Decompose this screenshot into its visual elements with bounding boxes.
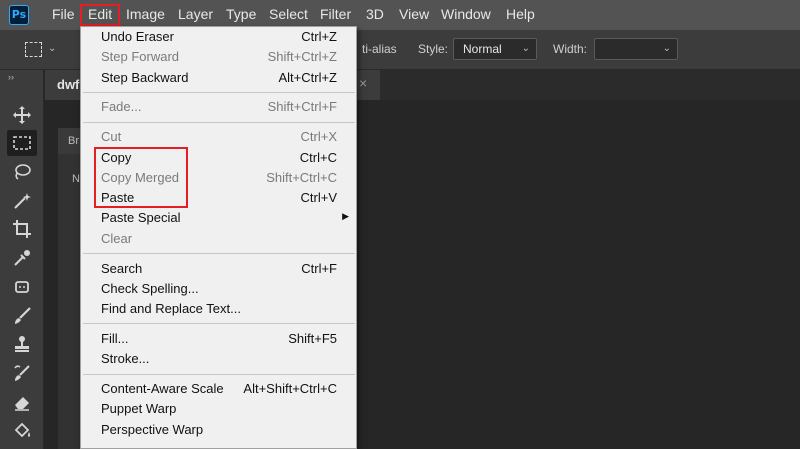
- menu-item-label: Fill...: [101, 330, 129, 346]
- menu-item-label: Check Spelling...: [101, 280, 199, 296]
- menu-item-label: Perspective Warp: [101, 421, 204, 437]
- menu-3d[interactable]: 3D: [366, 4, 384, 26]
- eyedropper-tool-icon[interactable]: [7, 245, 37, 271]
- menu-item-content-aware-scale[interactable]: Content-Aware Scale Alt+Shift+Ctrl+C: [81, 379, 357, 399]
- paint-bucket-tool-icon[interactable]: [7, 418, 37, 444]
- menu-view[interactable]: View: [399, 4, 429, 26]
- menu-item-fill[interactable]: Fill... Shift+F5: [81, 329, 357, 349]
- edit-menu-dropdown: Undo Eraser Ctrl+Z Step Forward Shift+Ctrl+…: [80, 26, 357, 449]
- collapse-panel-icon[interactable]: ››: [8, 72, 14, 82]
- chevron-down-icon: ⌄: [521, 43, 530, 54]
- menu-item-check-spelling[interactable]: Check Spelling...: [81, 279, 357, 299]
- menu-item-shortcut: Ctrl+Z: [301, 29, 337, 44]
- menu-item-label: Clear: [101, 230, 133, 246]
- menu-item-shortcut: Shift+F5: [288, 330, 337, 346]
- menu-layer[interactable]: Layer: [178, 4, 213, 26]
- history-brush-tool-icon[interactable]: [7, 360, 37, 386]
- menu-item-undo-eraser[interactable]: Undo Eraser Ctrl+Z: [81, 27, 357, 47]
- menu-item-fade: Fade... Shift+Ctrl+F: [81, 97, 357, 117]
- menu-image[interactable]: Image: [126, 4, 165, 26]
- menu-item-shortcut: Ctrl+F: [301, 260, 337, 276]
- width-input[interactable]: ⌄: [594, 38, 678, 60]
- menu-item-label: Find and Replace Text...: [101, 301, 241, 317]
- menu-item-cut: Cut Ctrl+X: [81, 127, 357, 147]
- panel-label-fragment: N: [72, 173, 80, 185]
- spot-healing-tool-icon[interactable]: [7, 274, 37, 300]
- menu-item-label: Cut: [101, 129, 122, 145]
- menu-item-clear: Clear: [81, 229, 357, 249]
- menu-item-shortcut: Ctrl+C: [299, 149, 337, 165]
- menu-separator: [83, 323, 355, 325]
- menu-help[interactable]: Help: [506, 4, 535, 26]
- menu-type[interactable]: Type: [226, 4, 256, 26]
- menu-item-paste-special[interactable]: Paste Special ▶: [81, 208, 357, 228]
- menu-separator: [83, 91, 355, 93]
- style-label: Style:: [418, 42, 449, 56]
- brush-tool-icon[interactable]: [7, 303, 37, 329]
- close-icon[interactable]: ×: [359, 75, 367, 91]
- copy-paste-highlight: [94, 147, 188, 208]
- menu-item-shortcut: Ctrl+X: [300, 129, 337, 145]
- crop-tool-icon[interactable]: [7, 216, 37, 242]
- menu-item-shortcut: Shift+Ctrl+Z: [267, 49, 337, 65]
- width-label: Width:: [553, 42, 588, 56]
- menu-item-step-forward: Step Forward Shift+Ctrl+Z: [81, 47, 357, 67]
- lasso-tool-icon[interactable]: [7, 159, 37, 185]
- menu-item-label: Puppet Warp: [101, 401, 177, 417]
- menu-item-label: Stroke...: [101, 351, 150, 367]
- menu-item-label: Fade...: [101, 99, 142, 115]
- menu-item-puppet-warp[interactable]: Puppet Warp: [81, 399, 357, 419]
- panel-label-fragment: Br: [68, 135, 79, 147]
- document-tab-label: dwf: [57, 77, 80, 92]
- chevron-down-icon: ⌄: [662, 43, 671, 54]
- menu-item-perspective-warp[interactable]: Perspective Warp: [81, 420, 357, 440]
- magic-wand-tool-icon[interactable]: [7, 188, 37, 214]
- menu-filter[interactable]: Filter: [320, 4, 351, 26]
- menu-separator: [83, 373, 355, 375]
- menu-item-label: Search: [101, 260, 143, 276]
- menu-item-stroke[interactable]: Stroke...: [81, 349, 357, 369]
- anti-alias-label: ti-alias: [362, 42, 397, 56]
- menu-item-find-and-replace-text[interactable]: Find and Replace Text...: [81, 299, 357, 319]
- menu-item-shortcut: Ctrl+V: [300, 190, 337, 206]
- menu-item-shortcut: Shift+Ctrl+C: [266, 169, 337, 185]
- menu-item-label: Step Forward: [101, 49, 180, 65]
- photoshop-logo: Ps: [9, 5, 29, 25]
- menu-item-step-backward[interactable]: Step Backward Alt+Ctrl+Z: [81, 68, 357, 88]
- menu-file[interactable]: File: [52, 4, 75, 26]
- move-tool-icon[interactable]: [7, 102, 37, 128]
- menu-item-shortcut: Alt+Ctrl+Z: [278, 69, 337, 85]
- menu-window[interactable]: Window: [441, 4, 491, 26]
- menu-item-shortcut: Alt+Shift+Ctrl+C: [243, 381, 337, 396]
- chevron-down-icon[interactable]: ⌄: [48, 43, 56, 54]
- eraser-tool-icon[interactable]: [7, 389, 37, 415]
- menu-item-shortcut: Shift+Ctrl+F: [267, 99, 337, 115]
- menu-item-label: Step Backward: [101, 69, 189, 85]
- menu-select[interactable]: Select: [269, 4, 308, 26]
- clone-stamp-tool-icon[interactable]: [7, 331, 37, 357]
- style-value: Normal: [463, 42, 502, 56]
- submenu-arrow-icon: ▶: [342, 211, 349, 222]
- style-select[interactable]: Normal ⌄: [453, 38, 537, 60]
- rectangular-marquee-tool-icon[interactable]: [7, 130, 37, 156]
- menu-edit[interactable]: Edit: [80, 4, 121, 26]
- menu-separator: [83, 253, 355, 254]
- menu-item-label: Content-Aware Scale: [101, 381, 224, 396]
- marquee-tool-preset-icon[interactable]: [25, 42, 42, 57]
- menu-item-label: Undo Eraser: [101, 29, 174, 44]
- menu-separator: [83, 121, 355, 123]
- menu-item-search[interactable]: Search Ctrl+F: [81, 259, 357, 279]
- menu-item-label: Paste Special: [101, 210, 181, 226]
